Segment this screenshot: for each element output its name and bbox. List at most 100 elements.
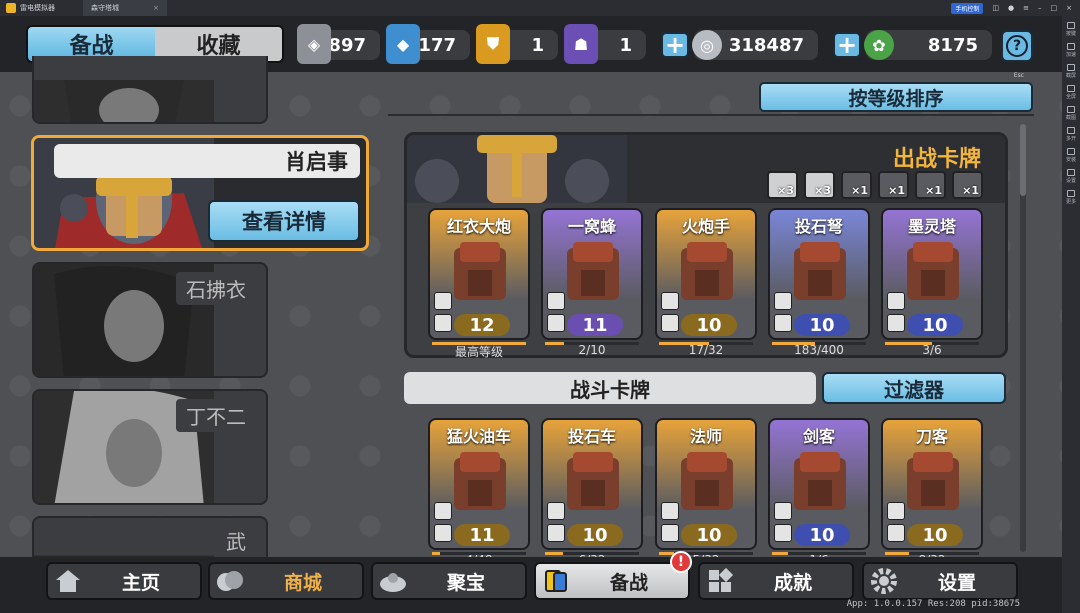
keyboard-icon bbox=[1067, 22, 1075, 29]
nav-settings[interactable]: 设置 bbox=[862, 562, 1018, 600]
unit-card-art bbox=[567, 242, 619, 300]
hero-card-locked[interactable]: 丁不二 bbox=[32, 389, 268, 505]
nav-shop[interactable]: 商城 bbox=[208, 562, 364, 600]
unit-progress: 2/10 bbox=[541, 342, 643, 357]
hero-card-selected[interactable]: 肖启事 查看详情 bbox=[31, 135, 369, 251]
unit-card[interactable]: 猛火油车 11 bbox=[428, 418, 530, 550]
nav-achievement[interactable]: 成就 bbox=[698, 562, 854, 600]
unit-card[interactable]: 一窝蜂 11 bbox=[541, 208, 643, 340]
unit-card[interactable]: 投石车 10 bbox=[541, 418, 643, 550]
unit-card[interactable]: 剑客 10 bbox=[768, 418, 870, 550]
treasure-icon bbox=[373, 562, 413, 600]
unit-trait-icon bbox=[887, 292, 905, 310]
more-icon bbox=[1067, 190, 1075, 197]
settings-icon bbox=[1067, 169, 1075, 176]
multi-window-icon bbox=[1067, 127, 1075, 134]
hat-trait-chip[interactable]: ×1 bbox=[915, 171, 946, 199]
unit-progress-text: 17/32 bbox=[688, 343, 724, 357]
deck-header: 出战卡牌 ×3 ×3 ×1 ×1 ×1 ×1 bbox=[407, 135, 1005, 203]
side-button-keys[interactable]: 按键 bbox=[1064, 22, 1078, 37]
hero-card-locked[interactable]: 石拂衣 bbox=[32, 262, 268, 378]
side-button-more[interactable]: 更多 bbox=[1064, 190, 1078, 205]
silver-token-icon: ◈ bbox=[297, 24, 331, 64]
divider bbox=[388, 114, 1034, 116]
resource-silver-coin: ◎ 318487 bbox=[692, 30, 818, 60]
add-silver-coin-button[interactable]: + bbox=[661, 31, 689, 59]
cards-icon bbox=[536, 562, 576, 600]
unit-trait-icon bbox=[434, 502, 452, 520]
sort-by-level-button[interactable]: 按等级排序 bbox=[759, 82, 1033, 112]
unit-card[interactable]: 火炮手 10 bbox=[655, 208, 757, 340]
unit-progress: 3/6 bbox=[881, 342, 983, 357]
side-button-install[interactable]: 安装 bbox=[1064, 148, 1078, 163]
wall-trait-chip[interactable]: ×3 bbox=[767, 171, 798, 199]
gear-trait-chip[interactable]: ×1 bbox=[841, 171, 872, 199]
purple-mask-icon: ☗ bbox=[564, 24, 598, 64]
user-icon[interactable]: ● bbox=[1008, 4, 1014, 12]
unit-level: 11 bbox=[454, 524, 510, 546]
unit-card[interactable]: 法师 10 bbox=[655, 418, 757, 550]
side-button-settings[interactable]: 设置 bbox=[1064, 169, 1078, 184]
add-jade-coin-button[interactable]: + bbox=[833, 31, 861, 59]
side-button-fullscreen[interactable]: 全屏 bbox=[1064, 85, 1078, 100]
unit-trait-icon bbox=[547, 314, 565, 332]
unit-card[interactable]: 刀客 10 bbox=[881, 418, 983, 550]
unit-trait-icon bbox=[774, 292, 792, 310]
sword-trait-chip[interactable]: ×1 bbox=[878, 171, 909, 199]
side-button-speed[interactable]: 加速 bbox=[1064, 43, 1078, 58]
jade-coin-icon: ✿ bbox=[864, 30, 894, 60]
hero-name-bar: 肖启事 bbox=[54, 144, 360, 178]
hero-name: 武 bbox=[216, 524, 256, 557]
nav-treasure[interactable]: 聚宝 bbox=[371, 562, 527, 600]
unit-card[interactable]: 墨灵塔 10 bbox=[881, 208, 983, 340]
side-button-screenshot[interactable]: 截屏 bbox=[1064, 64, 1078, 79]
unit-level: 12 bbox=[454, 314, 510, 336]
menu-icon[interactable]: ≡ bbox=[1023, 4, 1029, 12]
progress-fill bbox=[772, 552, 788, 555]
unit-level: 10 bbox=[681, 314, 737, 336]
hero-card-bottom-partial[interactable]: 武 bbox=[32, 516, 268, 557]
unit-level: 10 bbox=[794, 524, 850, 546]
emulator-tab-close-icon[interactable]: × bbox=[153, 4, 159, 12]
nav-battle-prep[interactable]: 备战 bbox=[534, 562, 690, 600]
camera-icon bbox=[1067, 106, 1075, 113]
hero-card-top-partial[interactable] bbox=[32, 56, 268, 124]
burst-trait-chip[interactable]: ×3 bbox=[804, 171, 835, 199]
unit-card[interactable]: 投石弩 10 bbox=[768, 208, 870, 340]
speed-icon bbox=[1067, 43, 1075, 50]
minimize-icon[interactable]: – bbox=[1038, 4, 1042, 12]
phone-control-button[interactable]: 手机控制 bbox=[951, 2, 984, 14]
progress-fill bbox=[545, 552, 563, 555]
gamepad-icon[interactable]: ◫ bbox=[992, 4, 999, 12]
emulator-tab[interactable]: 森守塔城 × bbox=[83, 0, 167, 16]
unit-trait-icon bbox=[887, 502, 905, 520]
side-button-capture[interactable]: 截图 bbox=[1064, 106, 1078, 121]
notification-badge: ! bbox=[670, 551, 692, 573]
unit-card-art bbox=[454, 452, 506, 510]
close-icon[interactable]: × bbox=[1066, 4, 1072, 12]
unit-card-art bbox=[567, 452, 619, 510]
progress-fill bbox=[885, 552, 909, 555]
hero-name: 石拂衣 bbox=[176, 272, 256, 305]
view-details-button[interactable]: 查看详情 bbox=[208, 200, 360, 242]
bottom-nav: 主页 商城 聚宝 备战 ! 成就 设置 App: 1.0.0.157 Res:2… bbox=[0, 551, 1062, 613]
unit-card-art bbox=[454, 242, 506, 300]
resource-crystal: ◆ 177 bbox=[386, 24, 470, 64]
scrollbar-thumb[interactable] bbox=[1020, 124, 1026, 196]
gear-icon bbox=[864, 562, 904, 600]
emulator-sidebar: 按键 加速 截屏 全屏 截图 多开 安装 设置 更多 bbox=[1062, 16, 1080, 613]
scrollbar[interactable] bbox=[1020, 124, 1026, 552]
help-button[interactable]: ? bbox=[1001, 30, 1033, 62]
unit-trait-icon bbox=[547, 502, 565, 520]
silver-coin-icon: ◎ bbox=[692, 30, 722, 60]
resource-jade-coin: ✿ 8175 bbox=[864, 30, 992, 60]
side-button-multi[interactable]: 多开 bbox=[1064, 127, 1078, 142]
unit-card-art bbox=[681, 242, 733, 300]
maximize-icon[interactable]: □ bbox=[1051, 4, 1058, 12]
hero-portrait bbox=[34, 555, 214, 557]
filter-button[interactable]: 过滤器 bbox=[822, 372, 1006, 404]
unit-card[interactable]: 红衣大炮 12 bbox=[428, 208, 530, 340]
bow-trait-chip[interactable]: ×1 bbox=[952, 171, 983, 199]
nav-home[interactable]: 主页 bbox=[46, 562, 202, 600]
unit-card-art bbox=[907, 242, 959, 300]
